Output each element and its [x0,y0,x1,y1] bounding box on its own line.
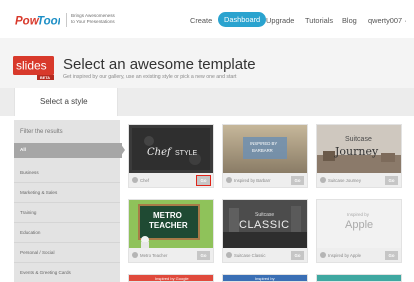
filter-item-business[interactable]: Business [20,170,39,175]
filter-title: Filter the results [20,129,63,135]
template-card-suitcase-journey[interactable]: Suitcase Journey Suitcase Journey Go [316,124,402,188]
page-title: Select an awesome template [63,56,256,73]
svg-text:BETA: BETA [40,76,50,80]
thumb-subtitle: Apple [345,219,374,231]
filter-divider [14,222,120,223]
template-name: Metro Teacher [140,252,168,258]
filter-divider [14,202,120,203]
filter-item-all[interactable]: All [14,143,122,158]
card-footer: Chef Go [129,173,213,187]
filter-divider [14,242,120,243]
nav-blog-link[interactable]: Blog [342,16,357,25]
template-card-partial[interactable] [316,274,402,282]
template-type-icon [320,177,326,183]
thumb-title: Suitcase [255,212,275,218]
template-name: Chef [140,177,150,183]
go-button[interactable]: Go [291,250,304,260]
filter-item-personal-social[interactable]: Personal / Social [20,250,54,255]
card-footer: Inspired by Barbarr Go [223,173,307,187]
top-navigation-bar: Pow Toon Brings Awesomeness to Your Pres… [0,0,414,38]
template-card-suitcase-classic[interactable]: Suitcase CLASSIC Suitcase Classic Go [222,199,308,263]
thumb-title: INSPIRED BY [250,141,278,146]
template-type-icon [320,252,326,258]
thumb-subtitle: CLASSIC [239,219,290,231]
template-type-icon [132,252,138,258]
template-type-icon [226,252,232,258]
thumb-subtitle: Journey [335,145,379,158]
logo-tagline: Brings Awesomeness to Your Presentations [71,13,133,25]
active-filter-arrow [120,143,125,157]
thumb-title: Suitcase [345,136,372,143]
template-type-icon [226,177,232,183]
card-footer: Inspired by Apple Go [317,248,401,262]
svg-text:Toon: Toon [37,16,60,28]
template-name: Inspired by Apple [328,252,361,258]
template-name: Suitcase Journey [328,177,361,183]
thumb-title: METRO [153,211,182,220]
template-card-inspired-by-google[interactable]: Inspired by Google [128,274,214,282]
thumb-subtitle: STYLE [175,150,198,157]
template-thumbnail[interactable]: Chef STYLE [129,125,213,173]
template-thumbnail[interactable]: Suitcase CLASSIC [223,200,307,248]
svg-text:slides: slides [16,59,47,73]
filter-divider [14,262,120,263]
filter-item-training[interactable]: Training [20,210,36,215]
slides-logo: slides BETA [13,56,54,80]
tagline-line-2: to Your Presentations [71,19,115,24]
thumb-title: Chef [147,147,171,158]
go-button[interactable]: Go [385,250,398,260]
nav-dashboard-button[interactable]: Dashboard [218,12,267,27]
powtoon-logo[interactable]: Pow Toon [14,13,60,28]
page-header: slides BETA Select an awesome template G… [0,38,414,88]
tab-select-a-style[interactable]: Select a style [14,88,118,116]
user-menu-dropdown[interactable]: qwerty007 · [368,16,407,25]
card-footer: Suitcase Classic Go [223,248,307,262]
template-name: Inspired by Barbarr [234,177,271,183]
template-thumbnail[interactable]: Suitcase Journey [317,125,401,173]
tab-label: Select a style [40,97,88,106]
template-card-inspired-by-apple[interactable]: Inspired by Apple Inspired by Apple Go [316,199,402,263]
card-footer: Suitcase Journey Go [317,173,401,187]
thumb-title: Inspired by Google [155,276,189,281]
logo-divider [66,13,67,27]
thumb-title: Inspired by [255,276,275,281]
chef-scene-icon [129,125,213,173]
page-subtitle: Get inspired by our gallery, use an exis… [63,74,237,80]
nav-create-link[interactable]: Create [190,16,212,25]
template-card-metro-teacher[interactable]: METRO TEACHER Metro Teacher Go [128,199,214,263]
filter-divider [14,182,120,183]
svg-text:Pow: Pow [15,16,40,28]
nav-tutorials-link[interactable]: Tutorials [305,16,333,25]
template-card-inspired-by-barbarr[interactable]: INSPIRED BY BARBARR Inspired by Barbarr … [222,124,308,188]
thumb-subtitle: BARBARR [252,148,273,153]
template-card-chef[interactable]: Chef STYLE Chef Go [128,124,214,188]
go-button[interactable]: Go [197,250,210,260]
template-name: Suitcase Classic [234,252,266,258]
template-thumbnail[interactable]: Inspired by Apple [317,200,401,248]
template-type-icon [132,177,138,183]
template-card-inspired-by[interactable]: Inspired by [222,274,308,282]
filter-item-events-greeting-cards[interactable]: Events & Greeting Cards [20,270,71,275]
go-button[interactable]: Go [196,174,211,186]
filter-item-marketing-sales[interactable]: Marketing & Sales [20,190,57,195]
thumb-subtitle: TEACHER [149,221,188,230]
go-button[interactable]: Go [291,175,304,185]
card-footer: Metro Teacher Go [129,248,213,262]
go-button[interactable]: Go [385,175,398,185]
template-thumbnail[interactable]: METRO TEACHER [129,200,213,248]
nav-upgrade-link[interactable]: Upgrade [266,16,294,25]
thumb-title: Inspired by [347,212,370,217]
template-thumbnail[interactable]: INSPIRED BY BARBARR [223,125,307,173]
filter-item-education[interactable]: Education [20,230,40,235]
